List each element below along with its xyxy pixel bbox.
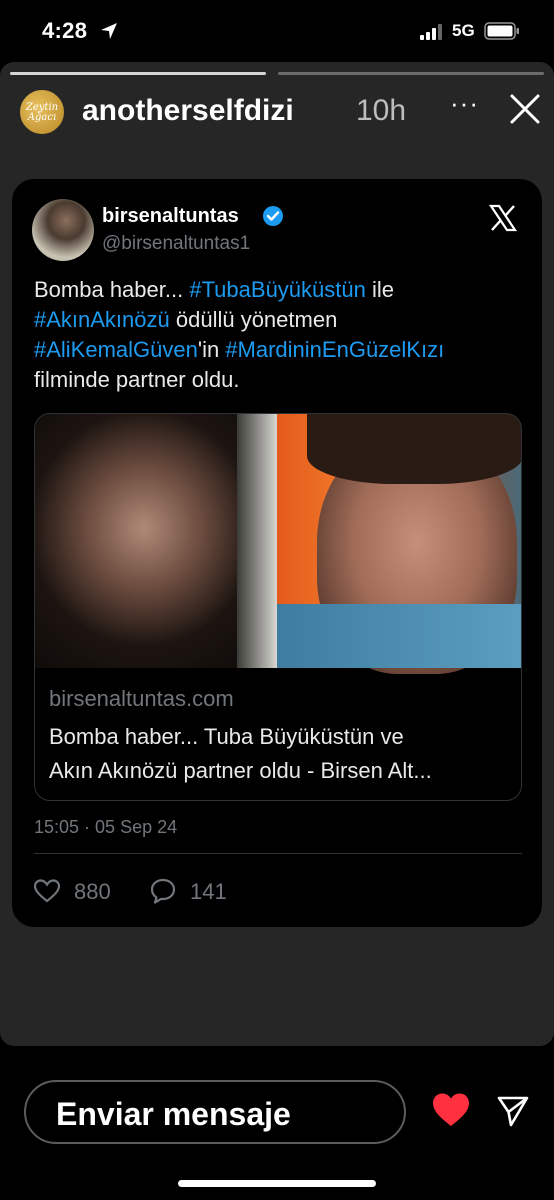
tweet-text-part: ile bbox=[365, 277, 394, 302]
tweet-text: Bomba haber... #TubaBüyüküstün ile #Akın… bbox=[34, 275, 526, 395]
story-progress-segment-1 bbox=[10, 72, 266, 75]
link-preview-photo-right bbox=[277, 414, 521, 674]
reply-count: 141 bbox=[190, 879, 227, 904]
tweet-author-name: birsenaltuntas bbox=[102, 205, 239, 227]
story-username[interactable]: anotherselfdizi bbox=[82, 94, 294, 128]
story-progress-segment-2 bbox=[278, 72, 544, 75]
account-avatar[interactable]: Zeytin Ağacı bbox=[18, 88, 66, 136]
close-icon[interactable] bbox=[508, 92, 542, 126]
photo-hair bbox=[307, 414, 521, 484]
link-title-line: Bomba haber... Tuba Büyüküstün ve bbox=[49, 724, 404, 749]
like-count-heart-icon bbox=[34, 879, 60, 903]
send-icon[interactable] bbox=[496, 1094, 530, 1128]
message-input[interactable]: Enviar mensaje bbox=[24, 1080, 406, 1144]
like-count: 880 bbox=[74, 879, 111, 904]
x-logo-icon bbox=[488, 204, 518, 232]
verified-badge-icon bbox=[263, 206, 283, 226]
message-input-placeholder: Enviar mensaje bbox=[56, 1096, 291, 1132]
link-domain: birsenaltuntas.com bbox=[49, 686, 234, 711]
photo-shirt bbox=[277, 604, 521, 668]
status-bar: 4:28 5G bbox=[0, 0, 554, 62]
hashtag-link[interactable]: #MardininEnGüzelKızı bbox=[225, 337, 444, 362]
tweet-text-part: filminde partner oldu. bbox=[34, 367, 240, 392]
link-preview-photo-left bbox=[35, 414, 277, 668]
network-type: 5G bbox=[452, 21, 475, 40]
story-time-ago: 10h bbox=[356, 94, 407, 127]
link-preview-card[interactable]: birsenaltuntas.com Bomba haber... Tuba B… bbox=[34, 413, 522, 801]
cellular-signal-icon bbox=[420, 24, 442, 40]
location-arrow-icon bbox=[101, 23, 117, 39]
tweet-author-handle: @birsenaltuntas1 bbox=[102, 233, 251, 254]
link-title-line: Akın Akınözü partner oldu - Birsen Alt..… bbox=[49, 758, 432, 783]
heart-icon[interactable] bbox=[432, 1092, 470, 1128]
battery-icon bbox=[484, 22, 519, 40]
tweet-card[interactable]: birsenaltuntas @birsenaltuntas1 Bomba ha… bbox=[12, 179, 542, 927]
tweet-text-part: ödüllü yönetmen bbox=[169, 307, 338, 332]
tweet-text-part: Bomba haber... bbox=[34, 277, 190, 302]
home-indicator bbox=[178, 1180, 376, 1187]
tweet-date: 15:05 · 05 Sep 24 bbox=[34, 817, 178, 837]
story-viewer[interactable]: Zeytin Ağacı anotherselfdizi 10h ··· bir… bbox=[0, 62, 554, 1046]
link-title: Bomba haber... Tuba Büyüküstün ve Akın A… bbox=[49, 720, 515, 788]
more-options-icon[interactable]: ··· bbox=[450, 90, 480, 120]
reply-bubble-icon bbox=[150, 878, 176, 904]
photo-background bbox=[237, 414, 277, 668]
divider bbox=[34, 853, 522, 854]
hashtag-link[interactable]: #TubaBüyüküstün bbox=[189, 277, 366, 302]
tweet-text-part: 'in bbox=[197, 337, 226, 362]
tweet-author-avatar bbox=[32, 199, 94, 261]
status-time: 4:28 bbox=[42, 18, 88, 43]
story-header: Zeytin Ağacı anotherselfdizi 10h ··· bbox=[0, 86, 554, 140]
avatar-logo-text: Zeytin Ağacı bbox=[25, 102, 59, 123]
hashtag-link[interactable]: #AliKemalGüven bbox=[34, 337, 198, 362]
hashtag-link[interactable]: #AkınAkınözü bbox=[34, 307, 170, 332]
